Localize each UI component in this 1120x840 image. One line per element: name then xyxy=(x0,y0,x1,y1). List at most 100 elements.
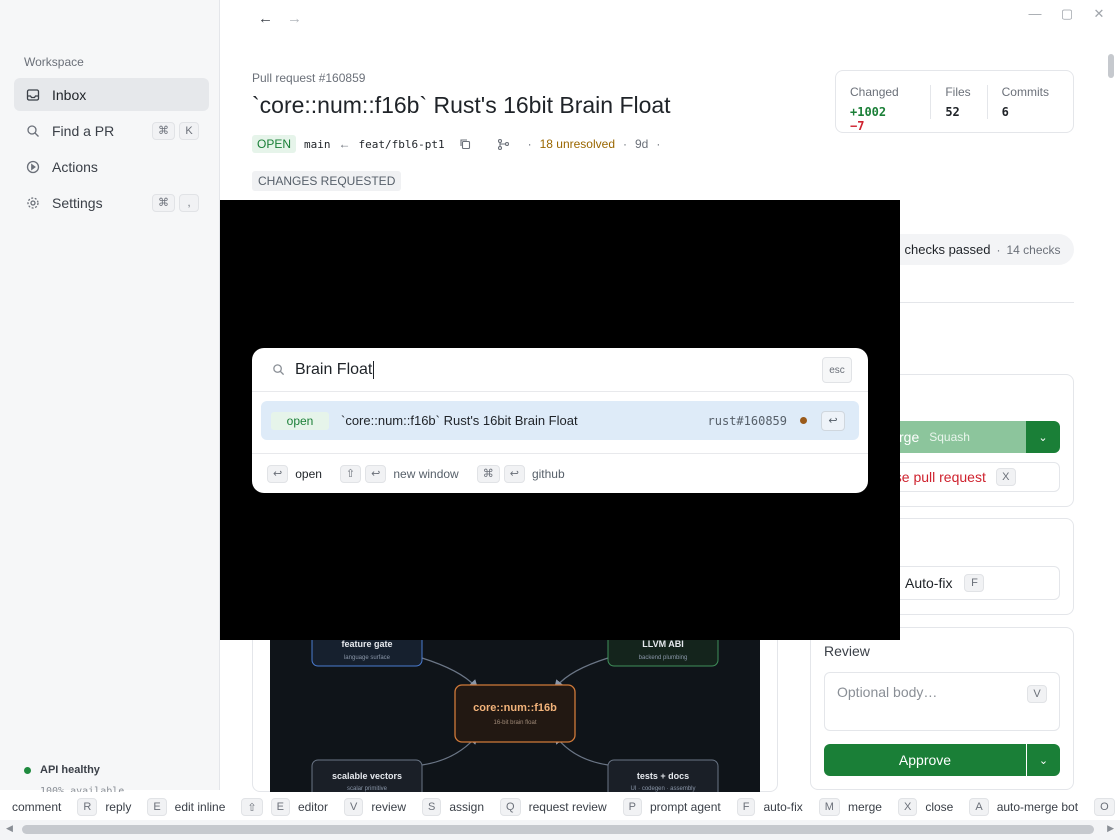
scrollbar-thumb[interactable] xyxy=(22,825,1094,834)
vertical-scrollbar[interactable] xyxy=(1104,46,1120,796)
shortcut-item[interactable]: Sassign xyxy=(422,798,484,816)
close-window-button[interactable]: ✕ xyxy=(1090,6,1108,22)
shortcut-key: E xyxy=(147,798,167,816)
shortcut-label: assign xyxy=(449,800,485,814)
sidebar-item-label: Inbox xyxy=(52,86,87,103)
palette-result[interactable]: open `core::num::f16b` Rust's 16bit Brai… xyxy=(261,401,859,440)
footer-hint: open xyxy=(295,466,322,481)
close-pr-label: ose pull request xyxy=(887,469,986,485)
commits-count: 6 xyxy=(1001,105,1009,119)
shortcut-label: edit inline xyxy=(174,800,226,814)
scroll-right-icon[interactable]: ▶ xyxy=(1107,823,1114,834)
branch-icon[interactable] xyxy=(497,138,510,151)
status-badge: OPEN xyxy=(252,135,297,153)
key-comma: , xyxy=(179,193,199,212)
sidebar-item-inbox[interactable]: Inbox xyxy=(14,78,209,111)
copy-icon[interactable] xyxy=(459,138,471,150)
maximize-button[interactable]: ▢ xyxy=(1058,6,1076,22)
shortcut-key: ⇧ xyxy=(241,798,263,816)
separator: · xyxy=(996,242,1001,257)
approve-button[interactable]: Approve xyxy=(824,744,1026,776)
forward-button[interactable]: → xyxy=(287,10,302,27)
shortcut-item[interactable]: Qrequest review xyxy=(500,798,607,816)
esc-key[interactable]: esc xyxy=(822,357,852,383)
back-button[interactable]: ← xyxy=(258,10,273,27)
checks-text: l checks passed xyxy=(898,242,991,257)
key-cmd: ⌘ xyxy=(476,464,500,483)
api-status-label: API healthy xyxy=(40,764,100,776)
horizontal-scrollbar[interactable]: ◀ ▶ xyxy=(0,820,1120,840)
svg-text:UI · codegen · assembly: UI · codegen · assembly xyxy=(630,786,695,792)
pr-number: Pull request #160859 xyxy=(252,71,366,85)
svg-text:tests + docs: tests + docs xyxy=(637,771,689,781)
shortcut-key: V xyxy=(343,798,364,816)
sidebar-item-actions[interactable]: Actions xyxy=(14,150,209,183)
shortcut-item[interactable]: Xclose xyxy=(897,798,953,816)
command-palette: Brain Float esc open `core::num::f16b` R… xyxy=(252,348,868,493)
shortcut-label: review xyxy=(371,800,406,814)
merge-options-button[interactable]: ⌄ xyxy=(1026,421,1060,453)
footer-hint: github xyxy=(531,466,565,481)
shortcut-item[interactable]: Mmerge xyxy=(818,798,882,816)
key-k: K xyxy=(179,121,199,140)
unresolved-count[interactable]: 18 unresolved xyxy=(540,137,615,151)
merge-label: rge xyxy=(899,429,920,445)
text-cursor xyxy=(373,360,375,379)
shortcut-item[interactable]: Aauto-merge bot xyxy=(969,798,1078,816)
shortcut-label: request review xyxy=(528,800,607,814)
key-enter: ↩ xyxy=(365,464,387,483)
sidebar-nav: Inbox Find a PR ⌘ K Actions Settings ⌘ , xyxy=(14,78,209,222)
stat-label: Commits xyxy=(1001,85,1049,99)
shortcut-label: auto-fix xyxy=(763,800,803,814)
status-dot xyxy=(24,766,31,774)
pr-meta: OPEN main ← feat/fbl6-pt1 · 18 unresolve… xyxy=(252,135,660,153)
shortcut-item[interactable]: Vreview xyxy=(343,798,406,816)
shortcut-key: X xyxy=(897,798,918,816)
footer-hint: new window xyxy=(393,466,459,481)
checks-count: 14 checks xyxy=(1006,242,1061,257)
palette-search[interactable]: Brain Float esc xyxy=(252,348,868,392)
shortcut-item[interactable]: Rreply xyxy=(77,798,131,816)
shortcut-item[interactable]: Ogithul xyxy=(1094,798,1120,816)
svg-text:feature gate: feature gate xyxy=(341,639,392,649)
shortcut-key: M xyxy=(818,798,840,816)
sidebar-item-settings[interactable]: Settings ⌘ , xyxy=(14,186,209,219)
review-body-input[interactable]: Optional body… V xyxy=(824,672,1060,731)
shortcut-item[interactable]: ⇧ Eeditor xyxy=(241,798,328,816)
stat-commits: Commits 6 xyxy=(1002,85,1049,132)
shortcut-key: O xyxy=(1094,798,1115,816)
review-placeholder: Optional body… xyxy=(837,684,938,700)
head-branch: feat/fbl6-pt1 xyxy=(358,137,445,151)
sidebar-item-label: Settings xyxy=(52,194,103,211)
scroll-left-icon[interactable]: ◀ xyxy=(6,823,13,834)
scrollbar-thumb[interactable] xyxy=(1108,54,1114,78)
separator: · xyxy=(527,137,532,151)
shortcut-item[interactable]: Fauto-fix xyxy=(736,798,803,816)
shortcut-item[interactable]: Pprompt agent xyxy=(622,798,721,816)
window-controls: — ▢ ✕ xyxy=(1026,6,1108,22)
stat-label: Changed xyxy=(850,85,899,99)
search-icon xyxy=(272,363,285,376)
shortcut-label: comment xyxy=(12,800,62,814)
shortcut-item[interactable]: comment xyxy=(12,800,61,814)
workspace-label: Workspace xyxy=(24,55,84,69)
search-input[interactable]: Brain Float xyxy=(295,361,372,379)
branch-arrow: ← xyxy=(338,137,351,151)
diagram-node: scalable vectors scalar primitive xyxy=(311,759,423,792)
approve-options-button[interactable]: ⌄ xyxy=(1027,744,1060,776)
enter-key: ↩ xyxy=(821,410,845,431)
svg-text:scalable vectors: scalable vectors xyxy=(332,771,402,781)
minimize-button[interactable]: — xyxy=(1026,6,1044,22)
additions: +1002 xyxy=(850,105,887,119)
sidebar-item-find-pr[interactable]: Find a PR ⌘ K xyxy=(14,114,209,147)
svg-text:core::num::f16b: core::num::f16b xyxy=(473,702,557,714)
svg-text:language surface: language surface xyxy=(344,655,391,661)
pr-age: 9d xyxy=(635,137,649,151)
base-branch: main xyxy=(304,137,331,151)
svg-text:backend plumbing: backend plumbing xyxy=(639,655,688,661)
shortcut-key: A xyxy=(969,798,989,816)
merge-method: Squash xyxy=(929,430,970,444)
deletions: −7 xyxy=(850,119,865,133)
key-enter: ↩ xyxy=(503,464,525,483)
shortcut-item[interactable]: Eedit inline xyxy=(147,798,225,816)
